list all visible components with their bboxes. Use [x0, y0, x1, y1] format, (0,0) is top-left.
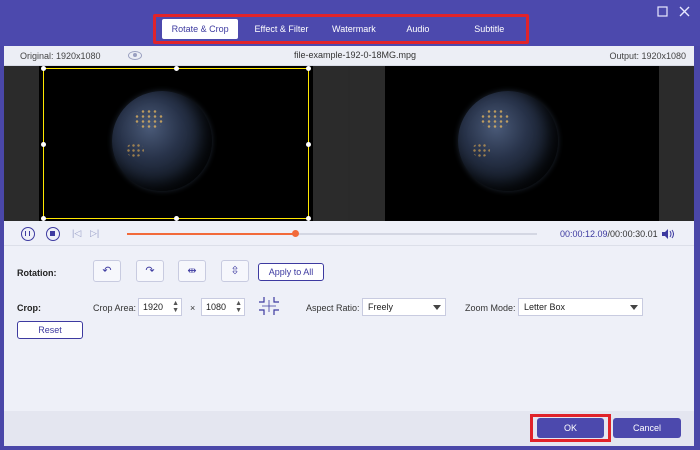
- zoom-mode-label: Zoom Mode:: [465, 303, 516, 313]
- close-icon[interactable]: [679, 6, 690, 19]
- next-frame-icon[interactable]: ▷|: [90, 228, 99, 239]
- rotation-label: Rotation:: [17, 268, 57, 278]
- editor-panel: Original: 1920x1080 file-example-192-0-1…: [4, 46, 694, 446]
- letterbox-right: [659, 66, 694, 221]
- crop-area-label: Crop Area:: [93, 303, 137, 313]
- chevron-down-icon: [433, 305, 441, 310]
- zoom-mode-select[interactable]: Letter Box: [518, 298, 643, 316]
- output-resolution: Output: 1920x1080: [609, 51, 686, 61]
- maximize-icon[interactable]: [657, 6, 668, 19]
- rotate-left-icon: ↶: [102, 265, 112, 277]
- progress-fill: [127, 233, 296, 235]
- letterbox-left: [350, 66, 385, 221]
- file-name: file-example-192-0-18MG.mpg: [294, 50, 417, 60]
- aspect-ratio-select[interactable]: Freely: [362, 298, 446, 316]
- progress-slider[interactable]: [127, 230, 537, 237]
- rotate-right-button[interactable]: ↷: [136, 260, 164, 282]
- cancel-button[interactable]: Cancel: [613, 418, 681, 438]
- tab-rotate-crop[interactable]: Rotate & Crop: [162, 19, 239, 39]
- flip-horizontal-icon: ⇹: [187, 265, 197, 277]
- original-preview: [4, 66, 348, 221]
- time-display: 00:00:12.09/00:00:30.01: [560, 229, 658, 239]
- crop-height-value: 1080: [206, 302, 227, 312]
- aspect-ratio-value: Freely: [368, 302, 394, 312]
- crop-handle[interactable]: [306, 66, 311, 71]
- flip-vertical-button[interactable]: ⇳: [221, 260, 249, 282]
- pause-icon: [25, 231, 30, 236]
- tab-audio[interactable]: Audio: [383, 19, 453, 39]
- zoom-mode-value: Letter Box: [524, 302, 566, 312]
- tab-watermark[interactable]: Watermark: [325, 19, 383, 39]
- reset-button[interactable]: Reset: [17, 321, 83, 339]
- chevron-down-icon: [630, 305, 638, 310]
- stop-icon: [50, 231, 55, 236]
- crop-height-input[interactable]: 1080 ▲ ▼: [201, 298, 245, 316]
- video-frame-globe: [458, 91, 558, 191]
- progress-knob[interactable]: [292, 230, 300, 237]
- crop-frame[interactable]: [41, 66, 311, 221]
- crop-handle[interactable]: [41, 66, 46, 71]
- crop-handle[interactable]: [306, 142, 311, 147]
- current-time: 00:00:12.09: [560, 229, 608, 239]
- total-time: /00:00:30.01: [607, 229, 658, 239]
- crop-width-value: 1920: [143, 302, 164, 312]
- crop-handle[interactable]: [41, 142, 46, 147]
- aspect-ratio-label: Aspect Ratio:: [306, 303, 360, 313]
- preview-area: [4, 66, 694, 221]
- flip-vertical-icon: ⇳: [230, 265, 240, 277]
- pause-button[interactable]: [21, 227, 35, 241]
- playback-bar: |◁ ▷| 00:00:12.09/00:00:30.01: [4, 221, 694, 245]
- stepper-arrows-icon[interactable]: ▲ ▼: [172, 300, 179, 314]
- ok-button[interactable]: OK: [537, 418, 604, 438]
- crop-width-input[interactable]: 1920 ▲ ▼: [138, 298, 182, 316]
- crop-handle[interactable]: [174, 66, 179, 71]
- output-preview: [350, 66, 694, 221]
- tab-effect-filter[interactable]: Effect & Filter: [238, 19, 325, 39]
- times-sign: ×: [190, 303, 196, 313]
- tab-bar: Rotate & Crop Effect & Filter Watermark …: [153, 14, 529, 44]
- stop-button[interactable]: [46, 227, 60, 241]
- crop-label: Crop:: [17, 303, 41, 313]
- letterbox-right: [313, 66, 348, 221]
- letterbox-left: [4, 66, 39, 221]
- center-crop-icon[interactable]: [258, 296, 280, 316]
- tab-subtitle[interactable]: Subtitle: [453, 19, 526, 39]
- rotate-right-icon: ↷: [145, 265, 155, 277]
- volume-icon[interactable]: [662, 229, 674, 239]
- stepper-arrows-icon[interactable]: ▲ ▼: [235, 300, 242, 314]
- eye-icon[interactable]: [128, 51, 142, 60]
- info-bar: Original: 1920x1080 file-example-192-0-1…: [4, 46, 694, 66]
- controls-area: Rotation: ↶ ↷ ⇹ ⇳ Apply to All Crop: Cro…: [4, 245, 694, 405]
- title-bar: Rotate & Crop Effect & Filter Watermark …: [0, 0, 700, 46]
- original-resolution: Original: 1920x1080: [20, 51, 101, 61]
- flip-horizontal-button[interactable]: ⇹: [178, 260, 206, 282]
- previous-frame-icon[interactable]: |◁: [72, 228, 81, 239]
- apply-to-all-button[interactable]: Apply to All: [258, 263, 324, 281]
- rotate-left-button[interactable]: ↶: [93, 260, 121, 282]
